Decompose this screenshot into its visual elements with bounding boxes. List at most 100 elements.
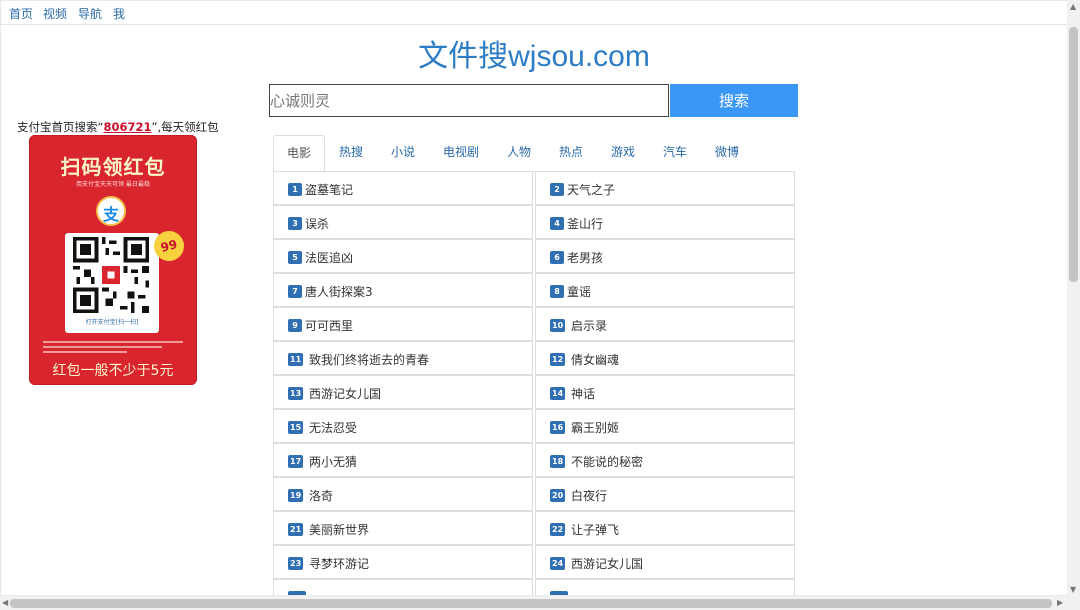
tab-weibo[interactable]: 微博 bbox=[715, 135, 739, 170]
item-title: 误杀 bbox=[305, 217, 330, 231]
rank-badge: 1 bbox=[288, 183, 302, 196]
item-title: 霸王别姬 bbox=[571, 421, 620, 435]
rank-badge: 5 bbox=[288, 251, 302, 264]
tab-tv-series[interactable]: 电视剧 bbox=[443, 135, 479, 170]
tab-people[interactable]: 人物 bbox=[507, 135, 531, 170]
list-item[interactable]: 10 启示录 bbox=[535, 307, 795, 341]
tab-movie[interactable]: 电影 bbox=[273, 135, 325, 172]
list-item[interactable]: 13 西游记女儿国 bbox=[273, 375, 533, 409]
item-title: 致我们终将逝去的青春 bbox=[309, 353, 430, 367]
list-item[interactable]: 22 让子弹飞 bbox=[535, 511, 795, 545]
rank-badge: 19 bbox=[288, 489, 304, 502]
rank-badge-partial bbox=[288, 591, 306, 595]
tab-hot-search[interactable]: 热搜 bbox=[339, 135, 363, 170]
list-item[interactable]: 6 老男孩 bbox=[535, 239, 795, 273]
list-item[interactable]: 21 美丽新世界 bbox=[273, 511, 533, 545]
rank-badge: 6 bbox=[550, 251, 564, 264]
list-item-partial[interactable] bbox=[273, 579, 533, 595]
list-item[interactable]: 4 釜山行 bbox=[535, 205, 795, 239]
tab-cars[interactable]: 汽车 bbox=[663, 135, 687, 170]
scroll-right-icon[interactable]: ▶ bbox=[1057, 598, 1063, 607]
rank-badge: 9 bbox=[288, 319, 302, 332]
red-packet-rules bbox=[43, 341, 183, 357]
nav-video-link[interactable]: 视频 bbox=[43, 5, 67, 22]
qr-card: 打开支付宝[扫一扫] bbox=[65, 233, 159, 333]
nav-navigation-link[interactable]: 导航 bbox=[78, 5, 102, 22]
list-item[interactable]: 17 两小无猜 bbox=[273, 443, 533, 477]
item-title: 西游记女儿国 bbox=[309, 387, 382, 401]
list-item[interactable]: 18 不能说的秘密 bbox=[535, 443, 795, 477]
list-item[interactable]: 2 天气之子 bbox=[535, 171, 795, 205]
list-item[interactable]: 12 倩女幽魂 bbox=[535, 341, 795, 375]
rank-badge: 12 bbox=[550, 353, 566, 366]
rank-badge: 8 bbox=[550, 285, 564, 298]
list-item[interactable]: 11 致我们终将逝去的青春 bbox=[273, 341, 533, 375]
page-viewport: 首页 视频 导航 我 文件搜wjsou.com 搜索 支付宝首页搜索“80672… bbox=[1, 1, 1067, 595]
rank-badge: 24 bbox=[550, 557, 566, 570]
item-title: 唐人街探案3 bbox=[305, 285, 373, 299]
list-item[interactable]: 23 寻梦环游记 bbox=[273, 545, 533, 579]
scroll-up-icon[interactable]: ▲ bbox=[1070, 2, 1076, 11]
tab-trending[interactable]: 热点 bbox=[559, 135, 583, 170]
rank-badge: 15 bbox=[288, 421, 304, 434]
list-item[interactable]: 7 唐人街探案3 bbox=[273, 273, 533, 307]
item-title: 白夜行 bbox=[571, 489, 608, 503]
rank-badge: 2 bbox=[550, 183, 564, 196]
tab-novel[interactable]: 小说 bbox=[391, 135, 415, 170]
list-item[interactable]: 19 洛奇 bbox=[273, 477, 533, 511]
logo-text-cn: 文件搜 bbox=[418, 40, 509, 73]
list-item[interactable]: 8 童谣 bbox=[535, 273, 795, 307]
rank-badge-partial bbox=[550, 591, 568, 595]
red-packet-ad[interactable]: 扫码领红包 用支付宝天天可领 最日最稳 支 打开支付宝[扫一扫] 99 红包一般… bbox=[29, 135, 197, 385]
vertical-scroll-thumb[interactable] bbox=[1069, 27, 1078, 282]
rank-badge: 22 bbox=[550, 523, 566, 536]
horizontal-scroll-thumb[interactable] bbox=[10, 599, 1052, 608]
rank-badge: 20 bbox=[550, 489, 566, 502]
rank-badge: 14 bbox=[550, 387, 566, 400]
logo-text-domain: wjsou.com bbox=[508, 40, 650, 73]
rank-badge: 13 bbox=[288, 387, 304, 400]
item-title: 无法忍受 bbox=[309, 421, 358, 435]
item-title: 两小无猜 bbox=[309, 455, 358, 469]
scroll-down-icon[interactable]: ▼ bbox=[1070, 585, 1076, 594]
site-logo[interactable]: 文件搜wjsou.com bbox=[1, 31, 1067, 75]
rank-badge: 21 bbox=[288, 523, 304, 536]
qr-code-icon bbox=[73, 237, 149, 313]
list-item[interactable]: 5 法医追凶 bbox=[273, 239, 533, 273]
red-packet-bottom-text: 红包一般不少于5元 bbox=[52, 363, 174, 379]
scroll-left-icon[interactable]: ◀ bbox=[2, 598, 8, 607]
search-input[interactable] bbox=[269, 84, 669, 117]
list-item[interactable]: 14 神话 bbox=[535, 375, 795, 409]
nav-me-link[interactable]: 我 bbox=[113, 5, 125, 22]
red-packet-title: 扫码领红包 bbox=[60, 155, 166, 179]
item-title: 童谣 bbox=[567, 285, 592, 299]
list-item[interactable]: 9 可可西里 bbox=[273, 307, 533, 341]
item-title: 神话 bbox=[571, 387, 596, 401]
list-item[interactable]: 3 误杀 bbox=[273, 205, 533, 239]
tab-games[interactable]: 游戏 bbox=[611, 135, 635, 170]
item-title: 盗墓笔记 bbox=[305, 183, 354, 197]
item-title: 倩女幽魂 bbox=[571, 353, 620, 367]
list-item[interactable]: 24 西游记女儿国 bbox=[535, 545, 795, 579]
promo-prefix: 支付宝首页搜索“ bbox=[17, 120, 104, 134]
promo-suffix: ”,每天领红包 bbox=[151, 120, 219, 134]
item-title: 让子弹飞 bbox=[571, 523, 620, 537]
rank-badge: 7 bbox=[288, 285, 302, 298]
rank-badge: 18 bbox=[550, 455, 566, 468]
rank-badge: 3 bbox=[288, 217, 302, 230]
qr-scan-label: 打开支付宝[扫一扫] bbox=[85, 319, 139, 326]
rank-badge: 16 bbox=[550, 421, 566, 434]
rank-badge: 23 bbox=[288, 557, 304, 570]
list-item[interactable]: 16 霸王别姬 bbox=[535, 409, 795, 443]
search-button[interactable]: 搜索 bbox=[670, 84, 798, 117]
list-item[interactable]: 15 无法忍受 bbox=[273, 409, 533, 443]
rank-badge: 11 bbox=[288, 353, 304, 366]
nav-home-link[interactable]: 首页 bbox=[9, 5, 33, 22]
promo-code[interactable]: 806721 bbox=[103, 120, 151, 134]
list-item[interactable]: 1 盗墓笔记 bbox=[273, 171, 533, 205]
list-item-partial[interactable] bbox=[535, 579, 795, 595]
item-title: 洛奇 bbox=[309, 489, 334, 503]
item-title: 釜山行 bbox=[567, 217, 604, 231]
rank-badge: 4 bbox=[550, 217, 564, 230]
list-item[interactable]: 20 白夜行 bbox=[535, 477, 795, 511]
